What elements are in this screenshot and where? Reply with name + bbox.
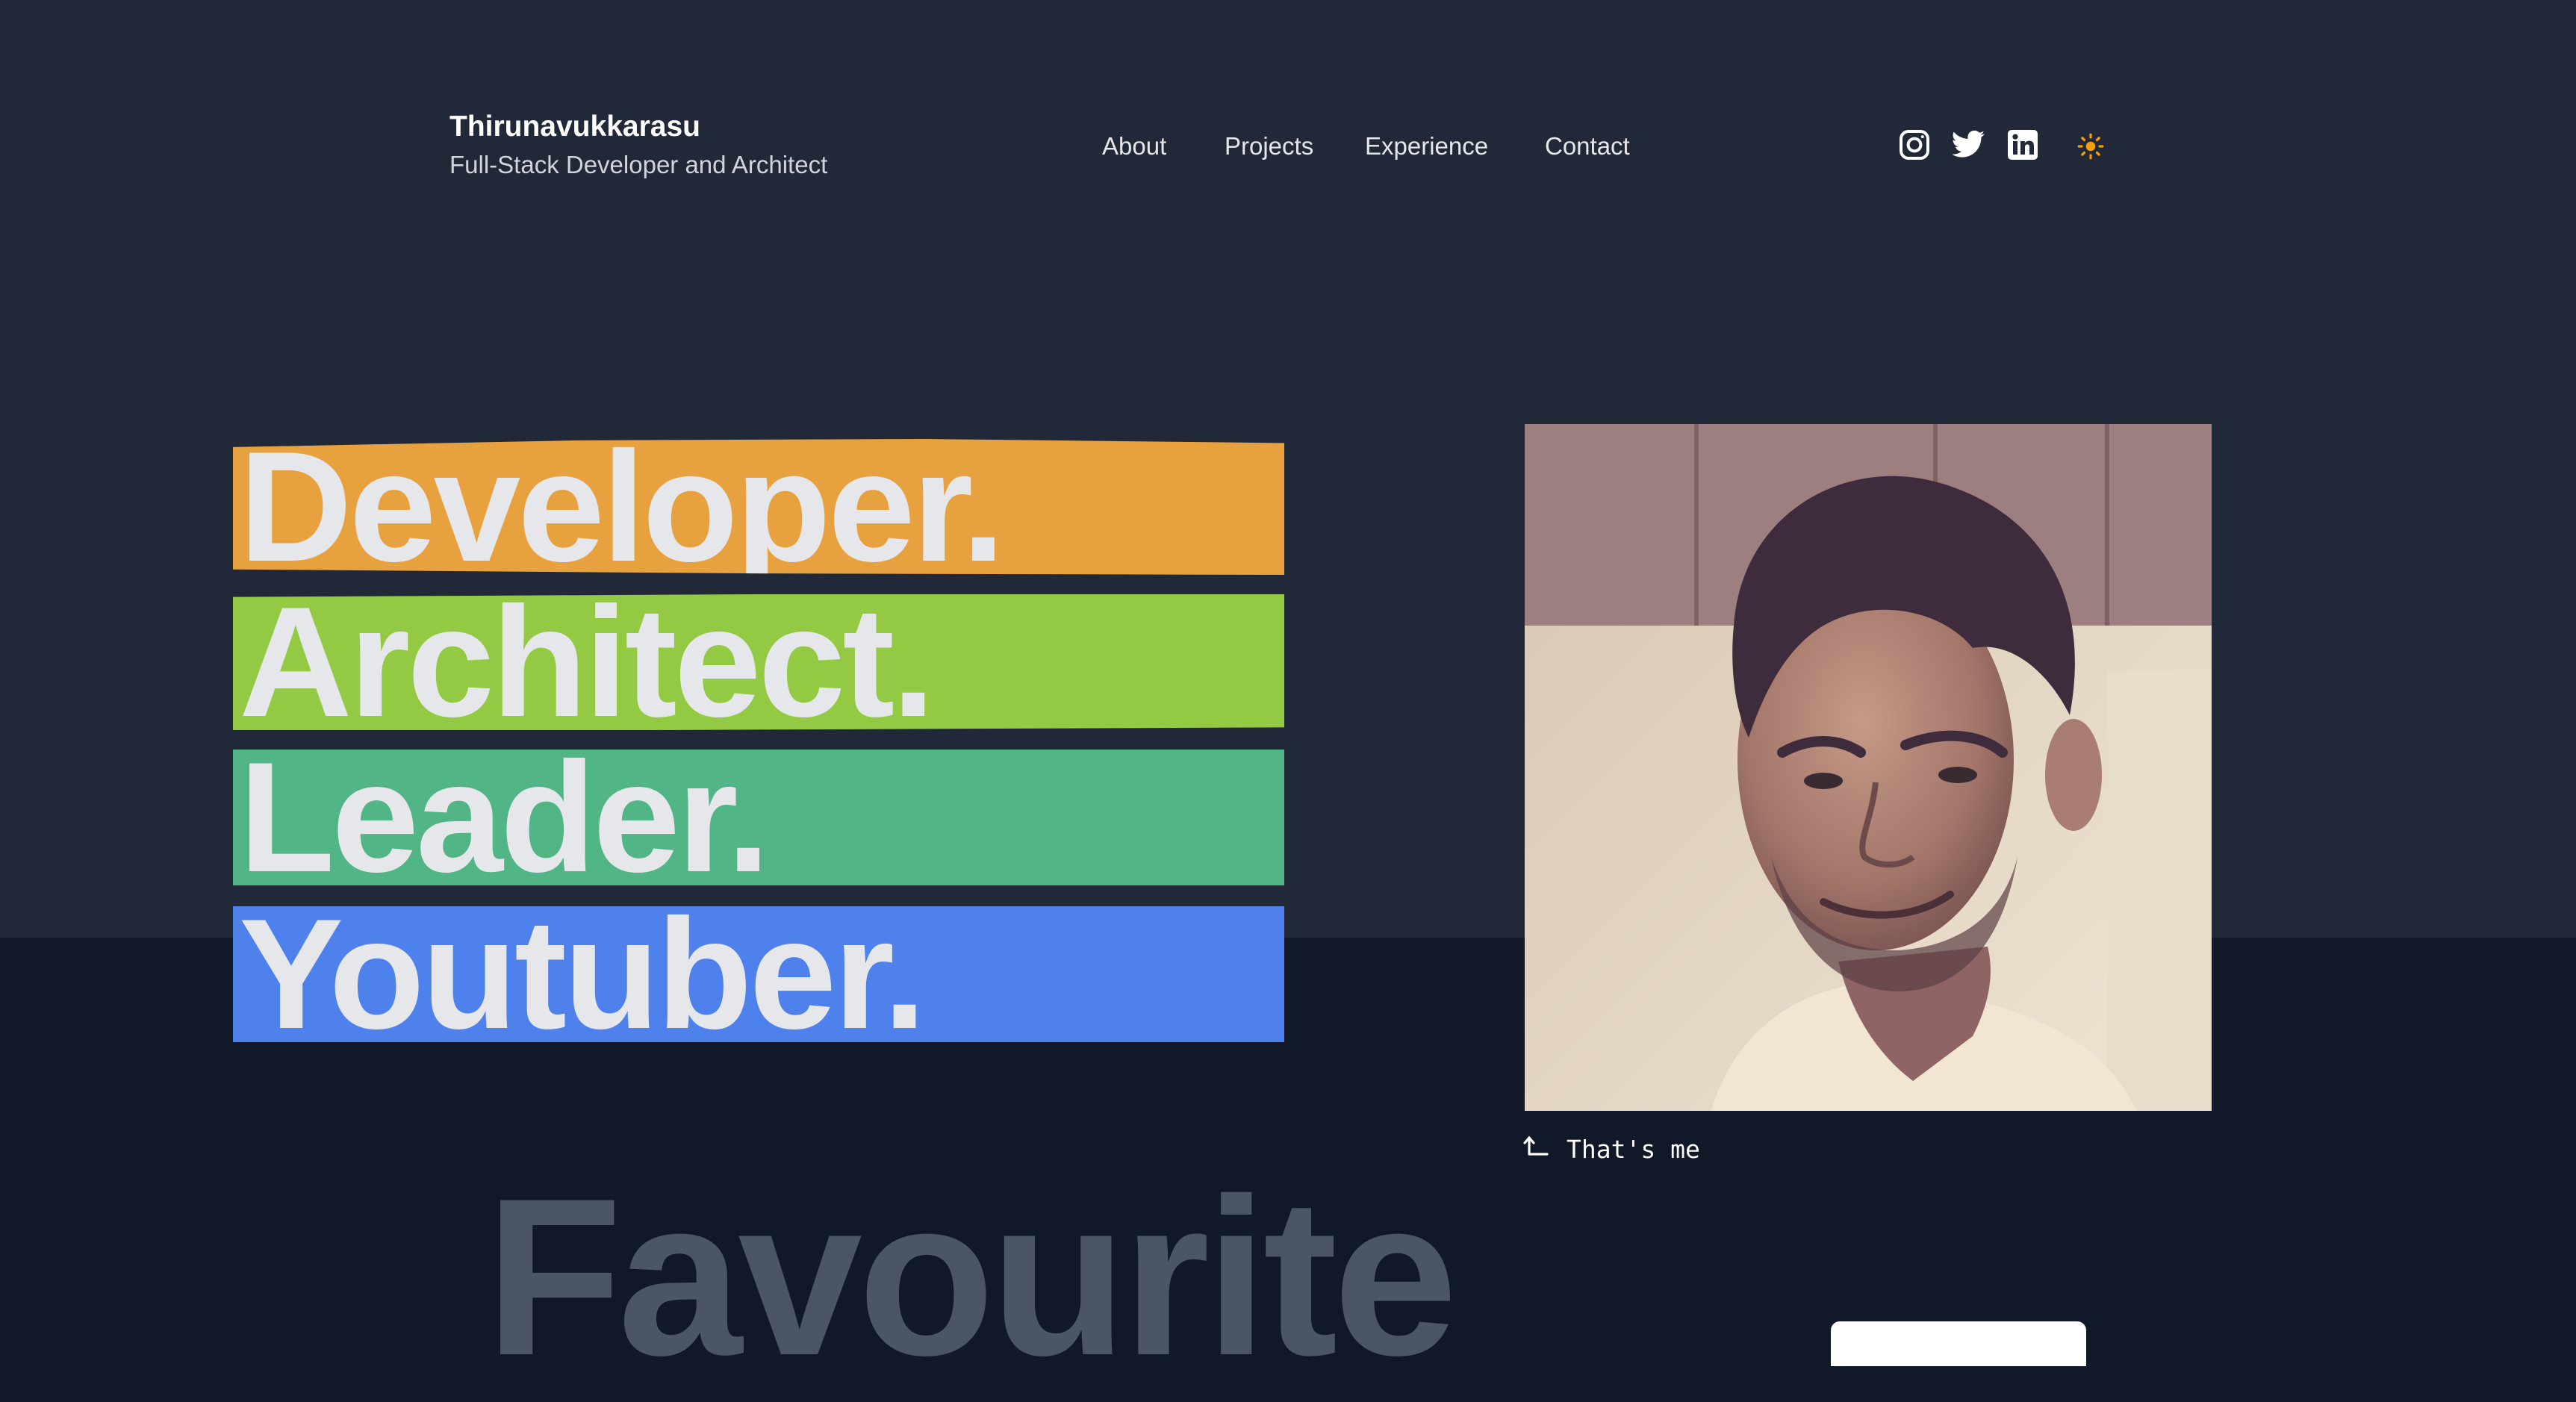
caption-text: That's me (1567, 1135, 1700, 1164)
hero-band-youtuber: Youtuber. (233, 906, 1284, 1042)
arrow-up-left-icon (1523, 1135, 1550, 1165)
section-heading-favourite: Favourite (485, 1151, 1457, 1402)
hero-band-developer: Developer. (233, 439, 1284, 575)
brand-tagline: Full-Stack Developer and Architect (449, 151, 828, 178)
sun-icon[interactable] (2077, 133, 2104, 160)
hero-band-leader: Leader. (233, 750, 1284, 885)
nav-link-experience[interactable]: Experience (1365, 128, 1488, 165)
hero-word-architect: Architect. (239, 594, 936, 730)
brand-name[interactable]: Thirunavukkarasu (449, 108, 827, 146)
brand[interactable]: Thirunavukkarasu Full-Stack Developer an… (449, 108, 827, 184)
hero-word-youtuber: Youtuber. (239, 906, 927, 1042)
hero-band-architect: Architect. (233, 594, 1284, 730)
nav-link-projects[interactable]: Projects (1225, 128, 1313, 165)
profile-photo (1525, 424, 2212, 1111)
hero-word-developer: Developer. (239, 439, 1005, 575)
nav-link-contact[interactable]: Contact (1545, 128, 1630, 165)
instagram-icon[interactable] (1897, 127, 1932, 163)
linkedin-icon[interactable] (2005, 127, 2041, 163)
nav-link-about[interactable]: About (1102, 128, 1166, 165)
card-preview[interactable] (1831, 1321, 2086, 1366)
hero-word-leader: Leader. (239, 750, 770, 885)
photo-caption: That's me (1523, 1132, 1700, 1168)
twitter-icon[interactable] (1950, 127, 1986, 163)
